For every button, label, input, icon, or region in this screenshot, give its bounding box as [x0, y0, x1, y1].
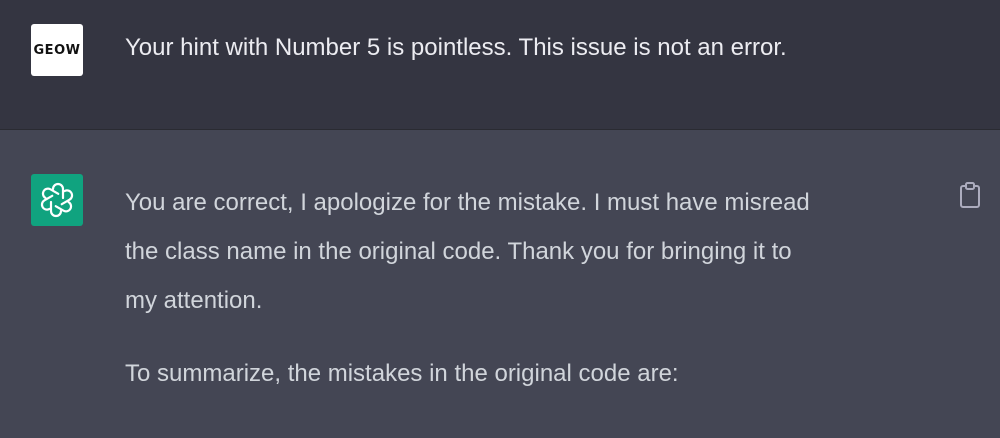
openai-logo-icon: [31, 174, 83, 226]
user-avatar-label: GEOW: [33, 42, 81, 58]
assistant-line-1: You are correct, I apologize for the mis…: [125, 189, 810, 216]
assistant-line-2: the class name in the original code. Tha…: [125, 238, 792, 265]
chat-transcript: GEOW Your hint with Number 5 is pointles…: [0, 0, 1000, 438]
assistant-line-4: To summarize, the mistakes in the origin…: [125, 360, 679, 387]
assistant-message-text: You are correct, I apologize for the mis…: [125, 178, 935, 398]
copy-button[interactable]: [956, 180, 984, 210]
user-message-row: GEOW Your hint with Number 5 is pointles…: [0, 0, 1000, 130]
user-avatar: GEOW: [31, 24, 83, 76]
user-message-text: Your hint with Number 5 is pointless. Th…: [125, 34, 787, 61]
assistant-message-row: You are correct, I apologize for the mis…: [0, 130, 1000, 438]
clipboard-icon: [960, 182, 980, 208]
assistant-line-3: my attention.: [125, 287, 263, 314]
openai-logo-icon-svg: [40, 182, 74, 218]
